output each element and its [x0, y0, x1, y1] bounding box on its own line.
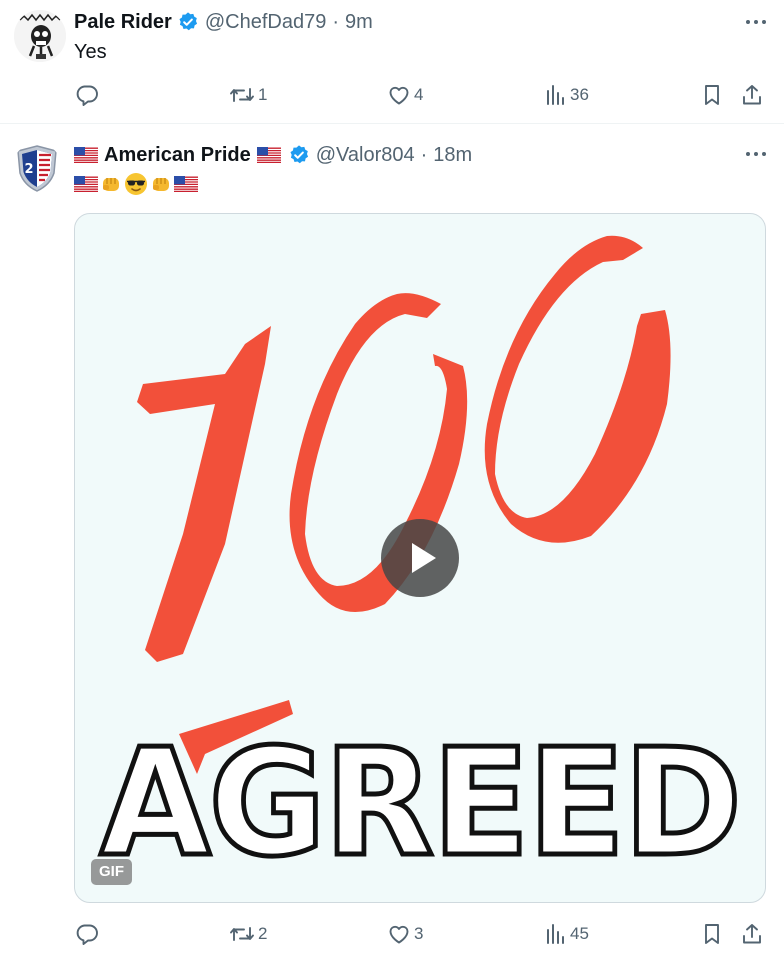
us-flag-icon	[256, 147, 281, 163]
dot-icon	[762, 152, 766, 156]
repost-icon	[230, 88, 254, 102]
play-icon	[412, 543, 436, 573]
separator-dot: ·	[332, 10, 339, 33]
share-icon	[743, 85, 761, 105]
avatar[interactable]: 2	[12, 143, 62, 193]
share-icon	[743, 924, 761, 944]
tweet-header: Pale Rider @ChefDad79 · 9m	[74, 9, 373, 35]
display-name[interactable]: American Pride	[104, 144, 251, 167]
handle[interactable]: @Valor804	[316, 144, 415, 167]
tweet-header: American Pride @Valor804 · 18m	[74, 142, 472, 168]
bookmark-icon	[705, 85, 719, 105]
view-count: 45	[570, 924, 589, 943]
more-options-button[interactable]	[744, 12, 768, 32]
timestamp[interactable]: 9m	[345, 11, 373, 34]
separator-dot: ·	[420, 143, 428, 166]
repost-button[interactable]: 2	[229, 919, 267, 949]
tweet[interactable]: 2 American Pride @Valor804 · 18m AGREED …	[0, 125, 784, 968]
like-button[interactable]: 4	[387, 80, 423, 110]
dot-icon	[754, 152, 758, 156]
like-count: 3	[414, 924, 424, 943]
oncoming-fist-icon	[103, 178, 119, 191]
view-count: 36	[570, 85, 589, 104]
repost-button[interactable]: 1	[229, 80, 267, 110]
dot-icon	[746, 152, 750, 156]
handle[interactable]: @ChefDad79	[205, 11, 326, 34]
reply-icon	[76, 85, 98, 106]
dot-icon	[754, 20, 758, 24]
like-count: 4	[414, 85, 424, 104]
play-button[interactable]	[381, 519, 459, 597]
reply-button[interactable]	[75, 919, 102, 949]
oncoming-fist-icon	[153, 178, 169, 191]
views-button[interactable]: 45	[545, 919, 589, 949]
action-bar: 2 3 45	[74, 919, 766, 949]
avatar[interactable]	[14, 10, 66, 62]
gif-badge: GIF	[91, 859, 132, 885]
reply-button[interactable]	[75, 80, 102, 110]
bookmark-button[interactable]	[700, 919, 724, 949]
heart-icon	[389, 925, 409, 944]
gif-media[interactable]: AGREED GIF	[74, 213, 766, 903]
repost-count: 2	[258, 924, 268, 943]
views-button[interactable]: 36	[545, 80, 589, 110]
bookmark-button[interactable]	[700, 80, 724, 110]
reply-icon	[76, 924, 98, 945]
patriotic-shield-avatar-icon: 2	[17, 145, 57, 192]
skull-avatar-icon	[14, 10, 66, 62]
tweet-text: Yes	[74, 41, 107, 63]
share-button[interactable]	[740, 919, 764, 949]
us-flag-icon	[74, 147, 98, 163]
sunglasses-face-icon	[125, 173, 147, 195]
share-button[interactable]	[740, 80, 764, 110]
heart-icon	[389, 86, 409, 105]
tweet-text	[74, 171, 198, 197]
like-button[interactable]: 3	[387, 919, 423, 949]
views-chart-icon	[547, 924, 564, 944]
display-name[interactable]: Pale Rider	[74, 11, 172, 34]
svg-text:AGREED: AGREED	[100, 717, 740, 889]
timestamp[interactable]: 18m	[433, 144, 472, 167]
us-flag-icon	[74, 176, 98, 192]
repost-icon	[230, 927, 254, 941]
dot-icon	[746, 20, 750, 24]
views-chart-icon	[547, 85, 564, 105]
bookmark-icon	[705, 924, 719, 944]
verified-badge-icon	[179, 12, 197, 31]
action-bar: 1 4 36	[74, 80, 766, 110]
tweet[interactable]: Pale Rider @ChefDad79 · 9m Yes 1 4 36	[0, 0, 784, 124]
us-flag-icon	[174, 176, 198, 192]
repost-count: 1	[258, 85, 268, 104]
dot-icon	[762, 20, 766, 24]
more-options-button[interactable]	[744, 144, 768, 164]
svg-text:2: 2	[24, 162, 33, 177]
verified-badge-icon	[290, 145, 308, 164]
